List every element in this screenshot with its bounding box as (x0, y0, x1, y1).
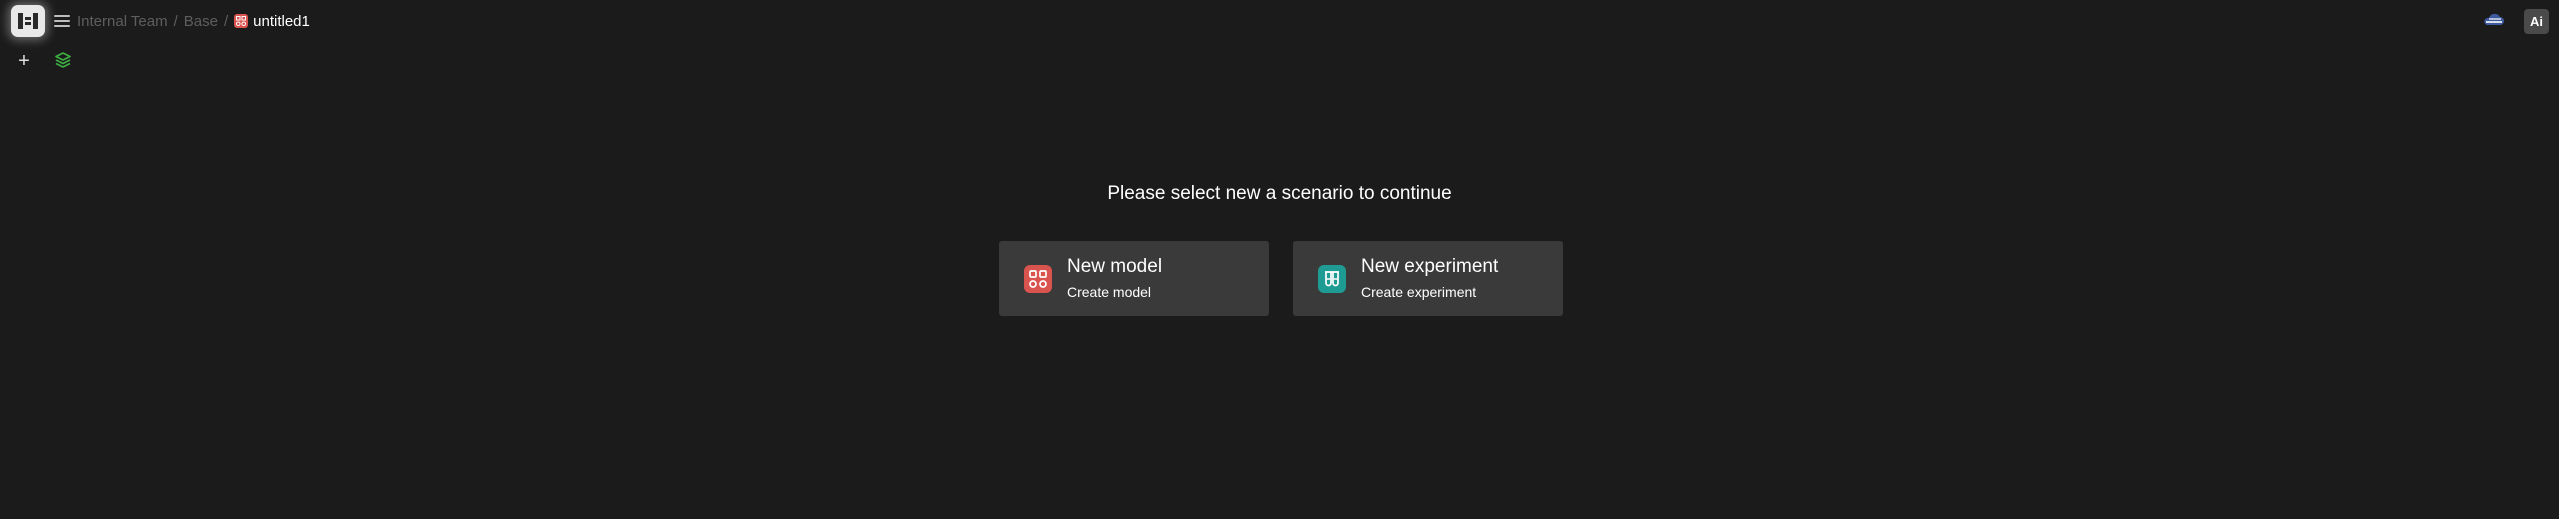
card-title: New experiment (1361, 256, 1499, 277)
hamburger-menu-icon[interactable] (54, 13, 70, 29)
breadcrumb-current-file[interactable]: untitled1 (253, 13, 310, 30)
scenario-prompt: Please select new a scenario to continue (1107, 183, 1452, 204)
model-grid-icon (1024, 265, 1052, 293)
layers-icon[interactable] (54, 51, 74, 71)
model-file-icon (234, 14, 249, 28)
test-tubes-icon (1318, 265, 1346, 293)
card-title: New model (1067, 256, 1163, 277)
cloud-sync-icon[interactable] (2482, 10, 2506, 32)
breadcrumb: Internal Team / Base / untitled1 (77, 11, 310, 31)
new-experiment-card[interactable]: New experiment Create experiment (1293, 241, 1563, 316)
new-model-card[interactable]: New model Create model (999, 241, 1269, 316)
top-bar: Internal Team / Base / untitled1 Ai (0, 0, 2559, 42)
ai-assistant-button[interactable]: Ai (2524, 9, 2549, 34)
breadcrumb-separator: / (173, 12, 178, 30)
breadcrumb-separator: / (223, 12, 229, 30)
ai-assistant-icon: Ai (2530, 14, 2543, 29)
breadcrumb-project[interactable]: Base (184, 13, 218, 30)
logo-icon[interactable] (11, 5, 45, 37)
app-root: Internal Team / Base / untitled1 Ai + Pl… (0, 0, 2559, 519)
card-subtitle: Create model (1067, 284, 1152, 300)
add-button[interactable]: + (14, 50, 34, 72)
breadcrumb-team[interactable]: Internal Team (77, 13, 168, 30)
card-subtitle: Create experiment (1361, 284, 1477, 300)
